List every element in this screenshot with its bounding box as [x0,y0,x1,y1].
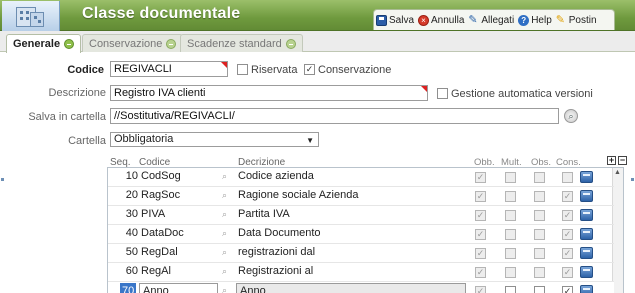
riservata-checkbox[interactable] [237,64,248,75]
seq-input[interactable]: 70 [120,283,137,293]
settings-icon[interactable] [580,190,593,202]
obb-checkbox[interactable]: ✓ [475,210,486,221]
lookup-icon[interactable]: ⌕ [222,171,227,182]
descrizione-label: Descrizione [48,87,106,99]
resize-marker [1,178,4,181]
settings-icon[interactable] [580,209,593,221]
table-row[interactable]: 10 CodSog ⌕ Codice azienda ✓ [108,168,614,187]
table-row[interactable]: 20 RagSoc ⌕ Ragione sociale Azienda ✓ ✓ [108,187,614,206]
lookup-icon[interactable]: ⌕ [222,247,227,258]
app-header: Classe documentale Salva × Annulla ✎ All… [0,0,635,31]
codice-input[interactable]: Anno [139,283,218,293]
save-icon [376,14,387,26]
table-row[interactable]: 40 DataDoc ⌕ Data Documento ✓ ✓ [108,225,614,244]
tab-bar: Generale Conservazione Scadenze standard [0,31,635,53]
conservazione-checkbox[interactable]: ✓ [304,64,315,75]
mult-checkbox[interactable] [505,229,516,240]
settings-icon[interactable] [580,228,593,240]
gestione-versioni-label: Gestione automatica versioni [451,88,593,100]
conservazione-label: Conservazione [318,64,392,76]
tab-scadenze-standard[interactable]: Scadenze standard [180,34,303,52]
settings-icon[interactable] [580,285,593,293]
obb-checkbox[interactable]: ✓ [475,172,486,183]
fields-grid: ▲ 10 CodSog ⌕ Codice azienda ✓ 20 RagSoc… [107,167,624,293]
cartella-label: Cartella [68,135,106,147]
table-row-editing[interactable]: 70 Anno ⌕ Anno ✓ ✓ [108,282,614,293]
building-icon [2,1,60,31]
riservata-label: Riservata [251,64,298,76]
resize-marker [631,178,634,181]
obs-checkbox[interactable] [534,191,545,202]
mult-checkbox[interactable] [505,267,516,278]
salva-in-cartella-label: Salva in cartella [28,111,106,123]
tab-minus-icon [166,38,177,49]
lookup-icon[interactable]: ⌕ [222,285,227,293]
help-icon: ? [518,14,530,26]
add-row-button[interactable]: + [607,156,616,165]
postit-button[interactable]: ✎ Postin [555,13,597,26]
attachment-icon: ✎ [468,13,478,26]
obb-checkbox[interactable]: ✓ [475,191,486,202]
cons-checkbox[interactable]: ✓ [562,191,573,202]
codice-field[interactable]: REGIVACLI [110,61,228,77]
tab-conservazione[interactable]: Conservazione [82,34,184,52]
settings-icon[interactable] [580,171,593,183]
mult-checkbox[interactable] [505,172,516,183]
attachments-button[interactable]: ✎ Allegati [468,13,514,26]
settings-icon[interactable] [580,247,593,259]
obs-checkbox[interactable] [534,210,545,221]
obs-checkbox[interactable] [534,229,545,240]
table-row[interactable]: 60 RegAl ⌕ Registrazioni al ✓ ✓ [108,263,614,282]
tab-generale[interactable]: Generale [6,34,82,53]
chevron-down-icon: ▼ [306,136,314,145]
codice-label: Codice [67,64,104,76]
cons-checkbox[interactable]: ✓ [562,248,573,259]
toolbar: Salva × Annulla ✎ Allegati ? Help ✎ Post… [373,9,615,30]
cartella-select[interactable]: Obbligatoria ▼ [110,132,319,147]
help-button[interactable]: ? Help [518,14,552,26]
cancel-button[interactable]: × Annulla [418,14,464,26]
obs-checkbox[interactable] [534,267,545,278]
obs-checkbox[interactable] [534,248,545,259]
cons-checkbox[interactable] [562,172,573,183]
gestione-versioni-checkbox[interactable] [437,88,448,99]
obb-checkbox[interactable]: ✓ [475,248,486,259]
descrizione-field[interactable]: Registro IVA clienti [110,85,428,101]
mult-checkbox[interactable] [505,248,516,259]
descrizione-input[interactable]: Anno [236,283,466,293]
tab-minus-icon [285,38,296,49]
mult-checkbox[interactable] [505,286,516,293]
scroll-up-icon[interactable]: ▲ [614,169,621,176]
obb-checkbox[interactable]: ✓ [475,267,486,278]
obs-checkbox[interactable] [534,172,545,183]
obs-checkbox[interactable] [534,286,545,293]
obb-checkbox[interactable]: ✓ [475,286,486,293]
mult-checkbox[interactable] [505,191,516,202]
lookup-icon[interactable]: ⌕ [222,228,227,239]
browse-folder-icon[interactable]: ⌕ [564,109,578,123]
cons-checkbox[interactable]: ✓ [562,267,573,278]
cons-checkbox[interactable]: ✓ [562,210,573,221]
cons-checkbox[interactable]: ✓ [562,229,573,240]
postit-icon: ✎ [555,13,565,26]
lookup-icon[interactable]: ⌕ [222,190,227,201]
tab-minus-icon [64,39,75,49]
cancel-icon: × [418,14,430,26]
save-button[interactable]: Salva [376,14,414,26]
table-row[interactable]: 50 RegDal ⌕ registrazioni dal ✓ ✓ [108,244,614,263]
cons-checkbox[interactable]: ✓ [562,286,573,293]
table-row[interactable]: 30 PIVA ⌕ Partita IVA ✓ ✓ [108,206,614,225]
mult-checkbox[interactable] [505,210,516,221]
salva-in-cartella-field[interactable]: //Sostitutiva/REGIVACLI/ [110,108,559,124]
window-title: Classe documentale [82,5,241,22]
obb-checkbox[interactable]: ✓ [475,229,486,240]
lookup-icon[interactable]: ⌕ [222,209,227,220]
lookup-icon[interactable]: ⌕ [222,266,227,277]
remove-row-button[interactable]: − [618,156,627,165]
settings-icon[interactable] [580,266,593,278]
